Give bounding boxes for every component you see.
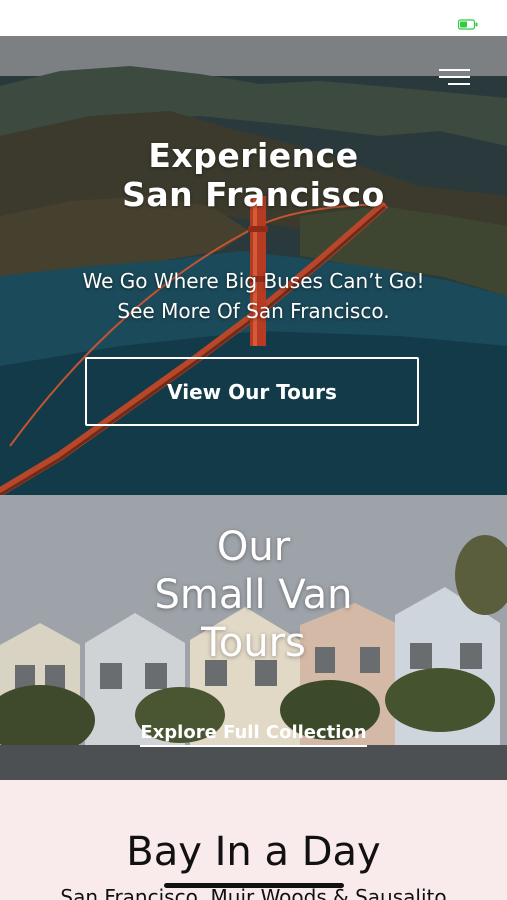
explore-collection-link[interactable]: Explore Full Collection (0, 722, 507, 747)
hero-section: Experience San Francisco We Go Where Big… (0, 36, 507, 495)
tours-title-line3: Tours (201, 620, 306, 666)
title-underline (164, 883, 344, 888)
hamburger-menu-icon[interactable] (439, 69, 470, 89)
tours-title-line2: Small Van (154, 572, 353, 618)
hero-title-line1: Experience (148, 136, 359, 175)
bay-in-a-day-section: Bay In a Day San Francisco, Muir Woods &… (0, 780, 507, 900)
explore-collection-label[interactable]: Explore Full Collection (140, 722, 367, 747)
hero-title-line2: San Francisco (122, 175, 385, 214)
hero-subtitle: We Go Where Big Buses Can’t Go! See More… (0, 266, 507, 326)
hero-subtitle-line1: We Go Where Big Buses Can’t Go! (82, 269, 425, 293)
tours-title: Our Small Van Tours (0, 523, 507, 667)
battery-icon (458, 19, 478, 30)
hero-title: Experience San Francisco (0, 136, 507, 214)
view-tours-button[interactable]: View Our Tours (85, 357, 419, 426)
small-van-tours-section: Our Small Van Tours Explore Full Collect… (0, 495, 507, 780)
status-bar (0, 0, 507, 36)
tours-title-line1: Our (216, 524, 291, 570)
bay-title: Bay In a Day (126, 829, 381, 875)
hero-subtitle-line2: See More Of San Francisco. (117, 299, 390, 323)
